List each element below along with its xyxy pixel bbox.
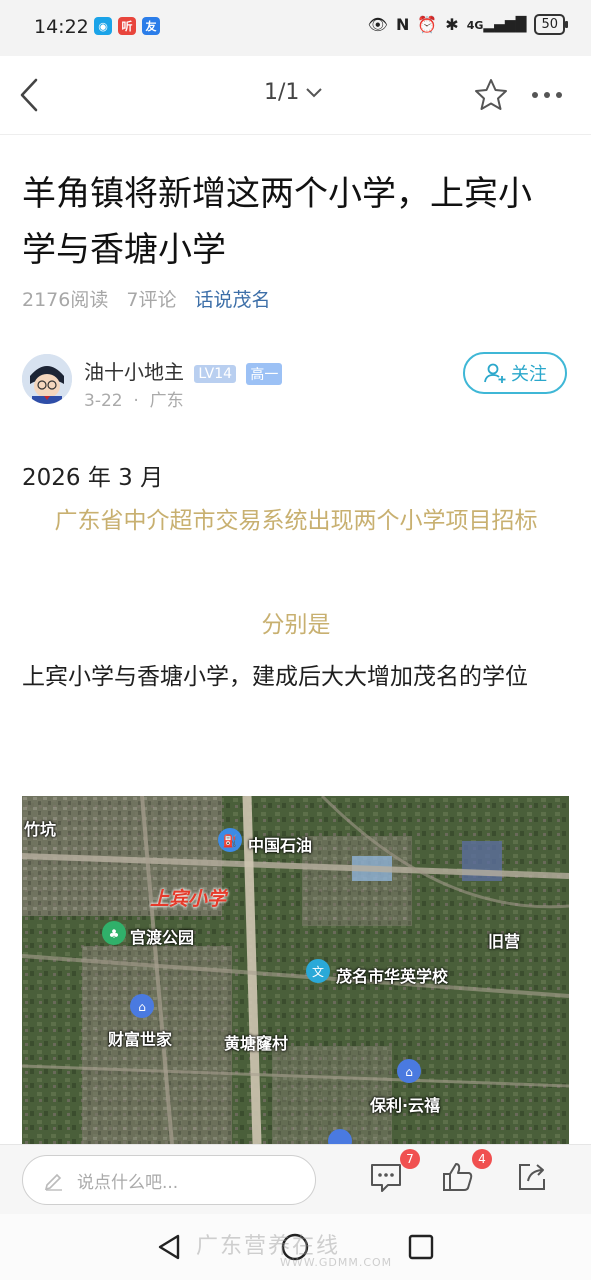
author-name[interactable]: 油十小地主: [84, 360, 184, 384]
map-label-poly: 保利·云禧: [370, 1096, 441, 1115]
add-user-icon: [484, 363, 506, 383]
body-paragraph: 上宾小学与香塘小学，建成后大大增加茂名的学位: [22, 664, 528, 690]
map-label-zhukeng: 竹坑: [24, 820, 57, 839]
highlight-paragraph-1: 广东省中介超市交易系统出现两个小学项目招标: [54, 508, 538, 534]
like-count-badge: 4: [472, 1149, 492, 1169]
chevron-down-icon: [306, 87, 323, 97]
svg-text:⌂: ⌂: [405, 1065, 413, 1079]
square-recents-icon: [408, 1234, 434, 1260]
grade-badge: 高一: [246, 362, 283, 385]
separator-dot: ·: [133, 391, 139, 411]
nfc-icon: N: [395, 15, 410, 34]
more-options-button[interactable]: [532, 86, 574, 104]
friends-app-icon: 友: [142, 17, 160, 35]
post-location: 广东: [149, 391, 184, 411]
author-subline: 3-22 · 广东: [84, 386, 184, 411]
topic-link[interactable]: 话说茂名: [194, 285, 270, 312]
triangle-back-icon: [158, 1234, 180, 1260]
system-back-button[interactable]: [154, 1232, 184, 1266]
back-button[interactable]: [14, 76, 46, 114]
highlight-paragraph-2: 分别是: [261, 612, 331, 638]
alarm-icon: ⏰: [417, 15, 438, 34]
map-label-caifu: 财富世家: [108, 1030, 173, 1049]
star-icon: [475, 79, 507, 110]
chat-app-icon: ◉: [94, 17, 112, 35]
map-image[interactable]: ⛽ ♣ 文 ⌂ ⌂ 竹坑 中国石油 上宾小学 官渡公园 旧营 茂名市华英学校 财…: [22, 796, 569, 1144]
author-name-row: 油十小地主 LV14 高一: [84, 356, 283, 385]
post-date: 3-22: [84, 391, 123, 411]
share-icon: [519, 1164, 545, 1190]
svg-text:⛽: ⛽: [223, 834, 238, 848]
news-app-icon: 听: [118, 17, 136, 35]
status-right: 👁 N ⏰ ✱ 4G▂▄▆█ 50: [367, 14, 568, 35]
comments-button[interactable]: 7: [368, 1149, 420, 1199]
top-nav: 1/1: [0, 56, 591, 135]
article-title: 羊角镇将新增这两个小学，上宾小学与香塘小学: [22, 174, 532, 270]
more-dots-icon: [532, 92, 538, 98]
map-label-shangbin: 上宾小学: [150, 888, 227, 910]
share-button[interactable]: [514, 1159, 554, 1199]
follow-label: 关注: [511, 364, 547, 385]
comment-input[interactable]: 说点什么吧...: [22, 1155, 316, 1205]
comment-bubble-icon: [371, 1164, 401, 1192]
thumbs-up-icon: [443, 1163, 473, 1191]
map-label-sinopec: 中国石油: [248, 836, 313, 855]
comment-placeholder: 说点什么吧...: [77, 1172, 179, 1193]
svg-text:文: 文: [312, 964, 324, 979]
pen-icon: [44, 1173, 62, 1191]
map-label-guandu: 官渡公园: [130, 928, 195, 947]
bottom-action-bar: 说点什么吧... 7 4: [0, 1144, 591, 1215]
map-label-huangtang: 黄塘窿村: [224, 1034, 289, 1053]
signal-icon: 4G▂▄▆█: [466, 16, 527, 33]
date-paragraph: 2026 年 3 月: [22, 465, 164, 491]
watermark-url: WWW.GDMM.COM: [280, 1256, 393, 1269]
read-count: 2176阅读: [22, 289, 109, 311]
comment-count-text: 7评论: [126, 289, 177, 311]
notification-icons: ◉ 听 友: [94, 17, 160, 35]
status-bar: 14:22 ◉ 听 友 👁 N ⏰ ✱ 4G▂▄▆█ 50: [0, 0, 591, 56]
eye-icon: 👁: [367, 15, 388, 34]
chevron-left-icon: [20, 78, 38, 112]
map-label-jiuying: 旧营: [488, 932, 521, 951]
author-row: 油十小地主 LV14 高一 3-22 · 广东 关注: [22, 352, 570, 411]
system-recents-button[interactable]: [406, 1232, 436, 1266]
watermark: 广东营养在线 WWW.GDMM.COM: [196, 1228, 392, 1269]
avatar-image: [22, 354, 72, 404]
status-time: 14:22: [34, 16, 89, 38]
like-button[interactable]: 4: [440, 1149, 492, 1199]
map-label-huaying: 茂名市华英学校: [336, 967, 449, 986]
comment-count-badge: 7: [400, 1149, 420, 1169]
level-badge: LV14: [194, 364, 237, 383]
bluetooth-icon: ✱: [445, 15, 459, 34]
article-meta: 2176阅读 7评论 话说茂名: [22, 285, 270, 312]
follow-button[interactable]: 关注: [463, 352, 567, 394]
favorite-button[interactable]: [472, 76, 510, 114]
page-indicator[interactable]: 1/1: [264, 80, 323, 105]
avatar[interactable]: [22, 354, 72, 404]
page-indicator-label: 1/1: [264, 80, 300, 105]
svg-text:♣: ♣: [109, 927, 120, 941]
battery-icon: 50: [534, 14, 568, 35]
svg-text:⌂: ⌂: [138, 1000, 146, 1014]
